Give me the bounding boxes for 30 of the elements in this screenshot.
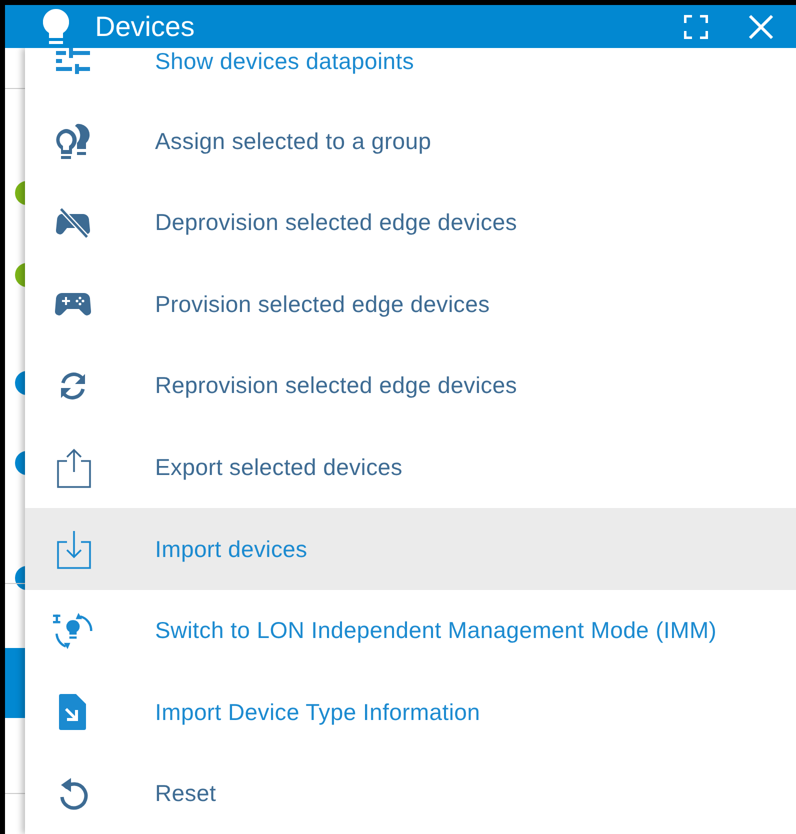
menu-item-label[interactable]: Import devices (155, 536, 308, 563)
menu-item-label[interactable]: Provision selected edge devices (155, 290, 490, 318)
upload-icon (55, 446, 91, 489)
menu-item[interactable]: Export selected devices (25, 426, 796, 508)
menu-item-label[interactable]: Switch to LON Independent Management Mode (IMM) (155, 617, 717, 644)
close-button[interactable] (748, 14, 774, 40)
menu-item-label[interactable]: Reprovision selected edge devices (155, 372, 518, 400)
menu-item[interactable]: Show devices datapoints (25, 48, 796, 100)
menu-item-label[interactable]: Show devices datapoints (155, 48, 414, 74)
menu-item[interactable]: Reprovision selected edge devices (25, 345, 796, 427)
menu-item[interactable]: Assign selected to a group (25, 100, 796, 182)
menu-item[interactable]: Deprovision selected edge devices (25, 182, 796, 264)
sliders-icon (56, 48, 90, 74)
gamepad-crossed-icon (55, 208, 91, 238)
menu-item-label[interactable]: Assign selected to a group (155, 128, 432, 155)
lightbulb-icon (43, 8, 69, 44)
menu-item[interactable]: Import Device Type Information (25, 672, 796, 754)
fullscreen-button[interactable] (684, 14, 708, 38)
menu-item-label[interactable]: Deprovision selected edge devices (155, 209, 518, 236)
menu-item-label[interactable]: Export selected devices (155, 454, 403, 482)
menu-item-label[interactable]: Reset (155, 780, 216, 808)
menu-item-label[interactable]: Import Device Type Information (155, 698, 480, 726)
download-icon (55, 528, 91, 570)
menu-item[interactable]: Switch to LON Independent Management Mode (IMM) (25, 590, 796, 672)
menu-item[interactable]: Reset (25, 753, 796, 834)
menu-item[interactable]: Provision selected edge devices (25, 264, 796, 346)
window-title: Devices (95, 10, 196, 42)
gamepad-icon (55, 291, 91, 318)
menu-item[interactable]: Import devices (25, 508, 796, 590)
file-import-icon (59, 694, 87, 730)
